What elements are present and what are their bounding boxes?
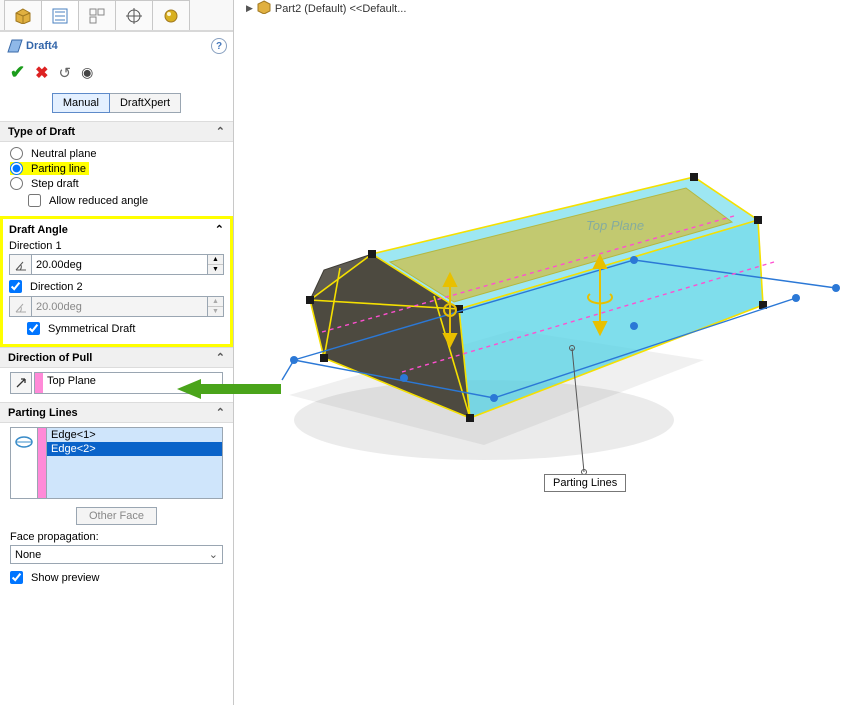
tab-configuration-manager[interactable] — [78, 0, 116, 30]
radio-parting-line[interactable]: Parting line — [10, 161, 223, 176]
mode-draftxpert-button[interactable]: DraftXpert — [110, 93, 181, 113]
radio-label: Step draft — [31, 178, 79, 190]
direction1-spinner: ▲▼ — [9, 254, 224, 275]
check-label: Show preview — [31, 572, 99, 584]
model-preview: Top Plane — [234, 0, 843, 705]
radio-step-draft[interactable]: Step draft — [10, 176, 223, 191]
chevron-up-icon: ⌃ — [216, 351, 225, 364]
config-icon — [89, 8, 105, 24]
radio-neutral-input[interactable] — [10, 147, 23, 160]
draft-angle-group: Draft Angle ⌃ Direction 1 ▲▼ Direction 2… — [0, 216, 233, 347]
direction1-spin-buttons[interactable]: ▲▼ — [208, 254, 224, 275]
check-direction2[interactable]: Direction 2 — [9, 279, 224, 294]
cancel-icon[interactable]: ✖ — [35, 63, 48, 83]
check-allow-reduced[interactable]: Allow reduced angle — [10, 193, 223, 208]
mode-toggle: Manual DraftXpert — [0, 89, 233, 121]
direction2-spin-buttons: ▲▼ — [208, 296, 224, 317]
direction2-input — [31, 296, 208, 317]
feature-title: Draft4 — [26, 40, 211, 52]
section-label: Type of Draft — [8, 126, 75, 138]
section-label: Direction of Pull — [8, 352, 92, 364]
appearance-icon — [163, 8, 179, 24]
draft-feature-icon — [6, 38, 26, 54]
check-symmetrical-draft[interactable]: Symmetrical Draft — [9, 321, 224, 336]
reverse-direction-button[interactable] — [10, 372, 32, 394]
properties-icon — [52, 8, 68, 24]
radio-neutral-plane[interactable]: Neutral plane — [10, 146, 223, 161]
list-item[interactable]: Edge<2> — [47, 442, 222, 456]
section-label: Parting Lines — [8, 407, 78, 419]
cube-icon — [15, 8, 31, 24]
radio-parting-input[interactable] — [10, 162, 23, 175]
mode-manual-button[interactable]: Manual — [52, 93, 110, 113]
tab-property-manager[interactable] — [41, 0, 79, 30]
target-icon — [126, 8, 142, 24]
section-label: Draft Angle — [9, 224, 68, 236]
selection-color-swatch — [37, 428, 47, 498]
check-label: Allow reduced angle — [49, 195, 148, 207]
check-show-preview[interactable]: Show preview — [10, 570, 223, 585]
direction1-input[interactable] — [31, 254, 208, 275]
annotation-arrow — [177, 379, 281, 399]
panel-tabstrip — [0, 0, 233, 32]
section-direction-of-pull-header[interactable]: Direction of Pull ⌃ — [0, 347, 233, 368]
tab-feature-manager[interactable] — [4, 0, 42, 30]
other-face-button: Other Face — [76, 507, 157, 525]
face-propagation-select[interactable]: None ⌄ — [10, 545, 223, 564]
angle-icon — [9, 296, 31, 317]
accept-cancel-row: ✔ ✖ ↺ ◉ — [0, 60, 233, 89]
selection-color-swatch — [35, 373, 43, 393]
chevron-down-icon: ⌄ — [209, 548, 218, 561]
check-label: Direction 2 — [30, 281, 83, 293]
direction2-spinner: ▲▼ — [9, 296, 224, 317]
radio-label: Parting line — [31, 163, 86, 175]
chevron-up-icon: ⌃ — [215, 223, 224, 236]
check-direction2-input[interactable] — [9, 280, 22, 293]
viewport-tooltip: Parting Lines — [544, 474, 626, 492]
direction1-label: Direction 1 — [9, 240, 224, 252]
tab-dimxpert[interactable] — [115, 0, 153, 30]
plane-label: Top Plane — [586, 218, 644, 233]
list-item[interactable]: Edge<1> — [47, 428, 222, 442]
section-parting-lines-body: Edge<1> Edge<2> Other Face Face propagat… — [0, 423, 233, 593]
graphics-viewport[interactable]: ▶ Part2 (Default) <<Default... — [234, 0, 843, 705]
select-value: None — [15, 549, 41, 561]
section-type-of-draft-header[interactable]: Type of Draft ⌃ — [0, 121, 233, 142]
detailed-preview-icon[interactable]: ◉ — [81, 64, 93, 81]
parting-lines-list[interactable]: Edge<1> Edge<2> — [47, 428, 222, 498]
feature-title-bar: Draft4 ? — [0, 32, 233, 60]
chevron-up-icon: ⌃ — [216, 125, 225, 138]
angle-icon — [9, 254, 31, 275]
property-manager-panel: Draft4 ? ✔ ✖ ↺ ◉ Manual DraftXpert Type … — [0, 0, 234, 705]
check-show-preview-input[interactable] — [10, 571, 23, 584]
parting-lines-icon — [11, 428, 37, 498]
chevron-up-icon: ⌃ — [216, 406, 225, 419]
radio-step-input[interactable] — [10, 177, 23, 190]
parting-lines-selection-box: Edge<1> Edge<2> — [10, 427, 223, 499]
check-label: Symmetrical Draft — [48, 323, 135, 335]
section-type-of-draft-body: Neutral plane Parting line Step draft Al… — [0, 142, 233, 216]
tooltip-text: Parting Lines — [553, 477, 617, 489]
accept-icon[interactable]: ✔ — [10, 62, 25, 83]
undo-icon[interactable]: ↺ — [59, 64, 72, 82]
tab-display-manager[interactable] — [152, 0, 190, 30]
radio-label: Neutral plane — [31, 148, 96, 160]
face-propagation-label: Face propagation: — [10, 531, 223, 543]
check-symmetrical-input[interactable] — [27, 322, 40, 335]
section-parting-lines-header[interactable]: Parting Lines ⌃ — [0, 402, 233, 423]
help-icon[interactable]: ? — [211, 38, 227, 54]
check-allow-reduced-input[interactable] — [28, 194, 41, 207]
